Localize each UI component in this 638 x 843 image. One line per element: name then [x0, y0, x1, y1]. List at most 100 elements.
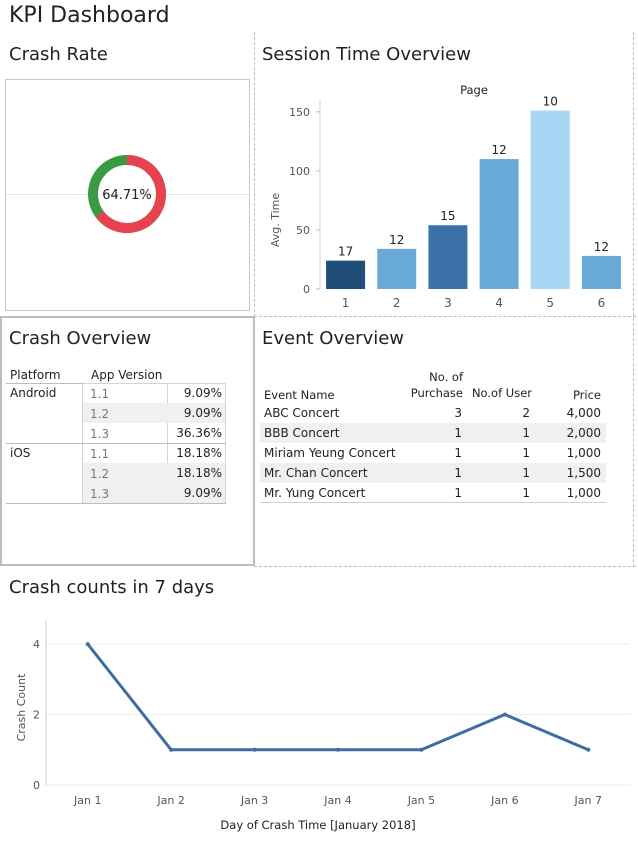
purchase-cell: 1 — [454, 426, 462, 440]
bar-category-label: 2 — [393, 296, 401, 308]
value-cell: 18.18% — [176, 446, 222, 460]
crash-table-bottom-line — [6, 503, 226, 504]
price-cell: 2,000 — [566, 426, 601, 440]
crash-count-point[interactable] — [419, 747, 424, 752]
app-version-header: App Version — [91, 368, 163, 382]
event-table: ABC Concert 3 2 4,000 BBB Concert 1 1 2,… — [260, 403, 606, 503]
session-title: Session Time Overview — [262, 44, 471, 65]
version-cell: 1.1 — [90, 447, 110, 461]
platform-header: Platform — [10, 368, 61, 382]
divider-vertical-top — [254, 32, 255, 317]
price-cell: 1,000 — [566, 446, 601, 460]
line-xtick-label: Jan 1 — [73, 794, 101, 807]
purchase-cell: 1 — [454, 446, 462, 460]
event-table-bottom-line — [260, 502, 606, 503]
event-overview-title: Event Overview — [262, 328, 405, 349]
purchase-header-line2: Purchase — [410, 386, 463, 400]
bar-mark[interactable] — [428, 225, 468, 289]
event-name-cell: BBB Concert — [264, 426, 340, 440]
crash-table: Android 1.1 9.09% 1.2 9.09% 1.3 36.36% i… — [6, 383, 226, 505]
price-cell: 1,000 — [566, 486, 601, 500]
bar-mark[interactable] — [377, 248, 417, 289]
line-xtick-label: Jan 4 — [323, 794, 351, 807]
bar-mark[interactable] — [479, 159, 519, 289]
crash-count-point[interactable] — [169, 747, 174, 752]
event-name-cell: ABC Concert — [264, 406, 340, 420]
session-bar-chart[interactable]: Page Avg. Time 0 50 100 150 17 1 12 2 15 3 12 4 10 5… — [258, 78, 628, 308]
crash-table-group-divider — [6, 443, 226, 444]
crash-count-point[interactable] — [85, 642, 90, 647]
users-cell: 1 — [522, 466, 530, 480]
version-cell: 1.3 — [90, 487, 110, 501]
crash-overview-title: Crash Overview — [9, 328, 152, 349]
crash-count-point[interactable] — [586, 747, 591, 752]
price-cell: 4,000 — [566, 406, 601, 420]
bar-category-label: 4 — [495, 296, 503, 308]
value-cell: 9.09% — [183, 486, 222, 500]
crash-rate-value: 64.71% — [102, 188, 152, 203]
bar-category-label: 6 — [598, 296, 606, 308]
event-name-header: Event Name — [264, 388, 335, 402]
bar-category-label: 5 — [546, 296, 554, 308]
crash-count-point[interactable] — [252, 747, 257, 752]
bar-chart-header: Page — [460, 83, 488, 97]
bar-ytick-label: 100 — [289, 165, 310, 178]
bar-chart-ylabel: Avg. Time — [269, 193, 282, 248]
bar-ytick-label: 0 — [303, 283, 310, 296]
users-cell: 1 — [522, 486, 530, 500]
event-name-cell: Mr. Yung Concert — [264, 486, 366, 500]
platform-android: Android — [10, 386, 57, 400]
crash-count-series-line[interactable] — [86, 643, 589, 752]
users-header: No.of User — [471, 386, 532, 400]
users-cell: 1 — [522, 446, 530, 460]
price-header: Price — [572, 388, 601, 402]
version-cell: 1.3 — [90, 427, 110, 441]
value-cell: 9.09% — [183, 386, 222, 400]
line-ytick-label: 0 — [33, 779, 40, 792]
purchase-header-line1: No. of — [429, 370, 463, 384]
line-ytick-label: 2 — [33, 709, 40, 722]
purchase-cell: 3 — [454, 406, 462, 420]
crash-count-point[interactable] — [502, 712, 507, 717]
bar-category-label: 3 — [444, 296, 452, 308]
version-cell: 1.2 — [90, 407, 110, 421]
value-cell: 9.09% — [183, 406, 222, 420]
crash-counts-line-chart[interactable]: 0 2 4 Crash Count Jan 1 Jan 2 Jan 3 Jan 4 Jan 5 J… — [0, 600, 630, 840]
crash-rate-title: Crash Rate — [9, 44, 108, 65]
line-ylabel: Crash Count — [15, 673, 28, 741]
bar-mark[interactable] — [581, 255, 621, 289]
bar-data-label: 12 — [389, 233, 404, 247]
event-name-cell: Mr. Chan Concert — [264, 466, 368, 480]
divider-vertical-right — [633, 32, 634, 567]
crash-count-point[interactable] — [336, 747, 340, 752]
bar-mark[interactable] — [326, 260, 366, 289]
bar-mark[interactable] — [530, 110, 570, 289]
bar-data-label: 10 — [543, 95, 558, 109]
crash-counts-title: Crash counts in 7 days — [9, 577, 215, 598]
crash-table-top-line — [6, 383, 83, 384]
purchase-cell: 1 — [454, 486, 462, 500]
crash-rate-donut[interactable]: 64.71% — [6, 80, 249, 310]
value-cell: 18.18% — [176, 466, 222, 480]
value-cell: 36.36% — [176, 426, 222, 440]
bar-ytick-label: 150 — [289, 106, 310, 119]
line-xlabel: Day of Crash Time [January 2018] — [220, 818, 415, 832]
divider-horizontal-top — [254, 316, 636, 317]
page-title: KPI Dashboard — [9, 3, 170, 28]
crash-rate-panel[interactable]: 64.71% — [5, 79, 250, 311]
version-cell: 1.1 — [90, 387, 110, 401]
bar-data-label: 15 — [440, 209, 455, 223]
bar-category-label: 1 — [342, 296, 350, 308]
line-xtick-label: Jan 5 — [407, 794, 435, 807]
purchase-cell: 1 — [454, 466, 462, 480]
users-cell: 2 — [522, 406, 530, 420]
line-ytick-label: 4 — [33, 638, 40, 651]
price-cell: 1,500 — [566, 466, 601, 480]
bar-data-label: 12 — [491, 143, 506, 157]
line-xtick-label: Jan 3 — [240, 794, 268, 807]
line-xtick-label: Jan 6 — [490, 794, 518, 807]
version-cell: 1.2 — [90, 467, 110, 481]
users-cell: 1 — [522, 426, 530, 440]
bar-data-label: 17 — [338, 245, 353, 259]
line-xtick-label: Jan 7 — [574, 794, 602, 807]
